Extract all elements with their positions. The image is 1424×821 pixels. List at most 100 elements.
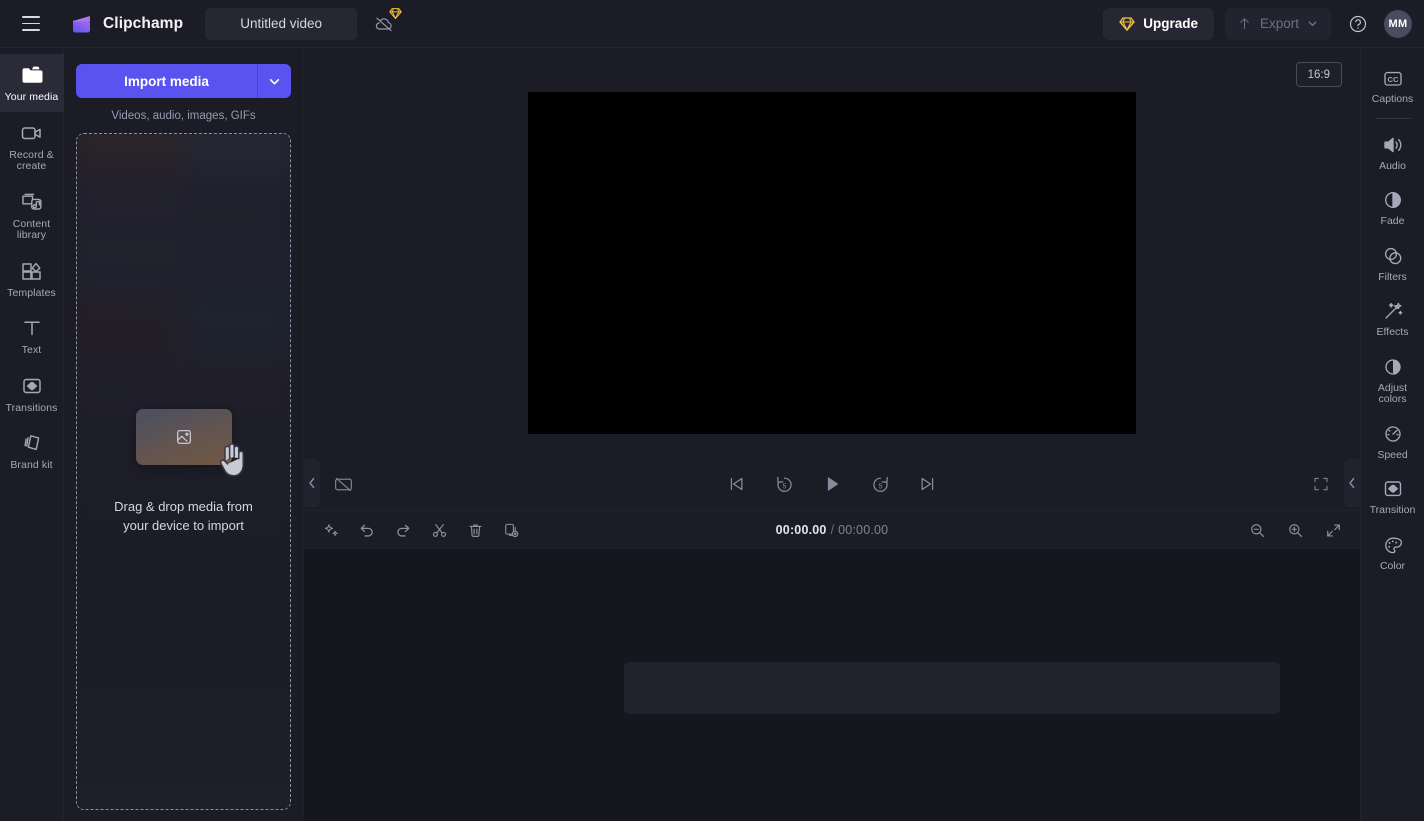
- duplicate-icon[interactable]: [500, 519, 522, 541]
- upload-arrow-icon: [1237, 16, 1252, 31]
- player-controls: 5 5: [304, 458, 1360, 510]
- sidebar-item-content-library[interactable]: Content library: [0, 181, 64, 250]
- sidebar-item-transitions[interactable]: Transitions: [0, 365, 64, 423]
- right-rail-item-transition[interactable]: Transition: [1361, 469, 1424, 525]
- app-body: Your media Record & create Content libra…: [0, 48, 1424, 821]
- upgrade-button[interactable]: Upgrade: [1103, 7, 1214, 40]
- right-rail-item-color[interactable]: Color: [1361, 525, 1424, 581]
- dropzone-text-line2: your device to import: [123, 517, 244, 533]
- right-rail-item-label: Fade: [1380, 215, 1405, 227]
- import-media-row: Import media: [76, 64, 291, 98]
- undo-icon[interactable]: [356, 519, 378, 541]
- sidebar-item-templates[interactable]: Templates: [0, 250, 64, 308]
- trash-icon[interactable]: [464, 519, 486, 541]
- zoom-out-icon[interactable]: [1246, 519, 1268, 541]
- effects-wand-icon: [1381, 300, 1405, 322]
- total-time: 00:00.00: [838, 523, 889, 537]
- right-rail-item-adjust-colors[interactable]: Adjust colors: [1361, 347, 1424, 414]
- sidebar-item-record-create[interactable]: Record & create: [0, 112, 64, 181]
- right-rail-item-label: Filters: [1378, 270, 1407, 283]
- import-media-dropdown-button[interactable]: [257, 64, 291, 98]
- import-media-label: Import media: [124, 73, 209, 89]
- time-separator: /: [830, 523, 835, 537]
- scissors-icon[interactable]: [428, 519, 450, 541]
- right-rail-item-label: Color: [1379, 559, 1406, 572]
- folder-media-icon: [20, 63, 44, 87]
- preview-canvas[interactable]: [528, 92, 1136, 434]
- sidebar-item-label: Transitions: [5, 401, 58, 414]
- chevron-down-icon: [268, 75, 281, 88]
- right-rail-item-speed[interactable]: Speed: [1361, 414, 1424, 470]
- hamburger-menu-icon[interactable]: [14, 7, 48, 41]
- cloud-sync-status[interactable]: [367, 7, 402, 40]
- redo-icon[interactable]: [392, 519, 414, 541]
- timeline-track[interactable]: [624, 662, 1280, 714]
- chevron-left-icon: [308, 477, 316, 489]
- skip-to-start-icon[interactable]: [723, 471, 749, 497]
- right-rail-item-captions[interactable]: CC Captions: [1361, 60, 1424, 114]
- dropzone-overlay: Drag & drop media from your device to im…: [77, 134, 290, 809]
- transition-icon: [1381, 478, 1405, 500]
- timeline-toolbar: 00:00.00/00:00.00: [304, 510, 1360, 550]
- right-rail-item-fade[interactable]: Fade: [1361, 180, 1424, 236]
- svg-text:5: 5: [878, 483, 882, 490]
- media-panel: Import media Videos, audio, images, GIFs: [64, 48, 304, 821]
- sidebar-item-label: Brand kit: [10, 459, 53, 471]
- sidebar-item-brand-kit[interactable]: Brand kit: [0, 422, 64, 480]
- preview-stage: 16:9 5 5: [304, 48, 1360, 510]
- right-rail-item-effects[interactable]: Effects: [1361, 291, 1424, 347]
- right-rail-item-label: Adjust colors: [1377, 381, 1408, 405]
- fullscreen-icon[interactable]: [1308, 471, 1334, 497]
- dropzone-thumbnail: [135, 408, 244, 477]
- left-rail: Your media Record & create Content libra…: [0, 48, 64, 821]
- import-hint: Videos, audio, images, GIFs: [111, 110, 256, 122]
- project-title-input[interactable]: Untitled video: [205, 7, 358, 40]
- dropzone-text: Drag & drop media from your device to im…: [104, 497, 263, 535]
- right-rail-item-audio[interactable]: Audio: [1361, 125, 1424, 181]
- zoom-in-icon[interactable]: [1284, 519, 1306, 541]
- text-t-icon: [20, 316, 44, 340]
- right-rail-divider: [1374, 117, 1411, 119]
- collapse-right-panel-button[interactable]: [1344, 459, 1360, 507]
- current-time: 00:00.00: [775, 523, 827, 537]
- brand-kit-icon: [20, 431, 44, 455]
- import-media-button[interactable]: Import media: [76, 64, 257, 98]
- right-rail-item-label: Effects: [1376, 326, 1409, 338]
- image-placeholder-icon: [175, 428, 193, 446]
- play-icon[interactable]: [819, 471, 845, 497]
- skip-to-end-icon[interactable]: [915, 471, 941, 497]
- collapse-left-panel-button[interactable]: [304, 459, 320, 507]
- upgrade-label: Upgrade: [1143, 16, 1198, 31]
- right-rail-item-filters[interactable]: Filters: [1361, 236, 1424, 292]
- speedometer-icon: [1381, 423, 1405, 445]
- captions-off-icon[interactable]: [330, 471, 356, 497]
- sidebar-item-label: Your media: [4, 91, 59, 103]
- transport-center: 5 5: [304, 471, 1360, 497]
- drag-hand-cursor-icon: [214, 439, 252, 481]
- help-circle-icon[interactable]: [1343, 9, 1373, 39]
- project-title-value: Untitled video: [240, 16, 323, 31]
- aspect-ratio-label: 16:9: [1307, 68, 1330, 81]
- magic-sparkle-icon[interactable]: [320, 519, 342, 541]
- right-rail: CC Captions Audio Fade Filters Effects A…: [1360, 48, 1424, 821]
- export-button[interactable]: Export: [1224, 7, 1331, 40]
- timeline-area[interactable]: [304, 550, 1360, 821]
- aspect-ratio-button[interactable]: 16:9: [1295, 62, 1342, 87]
- sidebar-item-your-media[interactable]: Your media: [0, 54, 64, 112]
- sidebar-item-text[interactable]: Text: [0, 307, 64, 365]
- brand-name: Clipchamp: [103, 14, 184, 32]
- closed-captions-icon: CC: [1381, 69, 1405, 89]
- speaker-volume-icon: [1381, 134, 1405, 156]
- fit-to-screen-icon[interactable]: [1322, 519, 1344, 541]
- dropzone-text-line1: Drag & drop media from: [114, 498, 253, 514]
- timeline-zoom-controls: [1246, 519, 1344, 541]
- rewind-5-seconds-icon[interactable]: 5: [771, 471, 797, 497]
- right-rail-item-label: Audio: [1379, 159, 1406, 172]
- transitions-icon: [20, 374, 44, 398]
- clipchamp-logo-icon: [70, 13, 94, 35]
- center-area: 16:9 5 5 00:00.00 / 00:00.00: [304, 48, 1360, 821]
- forward-5-seconds-icon[interactable]: 5: [867, 471, 893, 497]
- avatar[interactable]: MM: [1384, 9, 1412, 38]
- content-library-icon: [20, 190, 44, 214]
- media-dropzone[interactable]: Drag & drop media from your device to im…: [76, 133, 291, 810]
